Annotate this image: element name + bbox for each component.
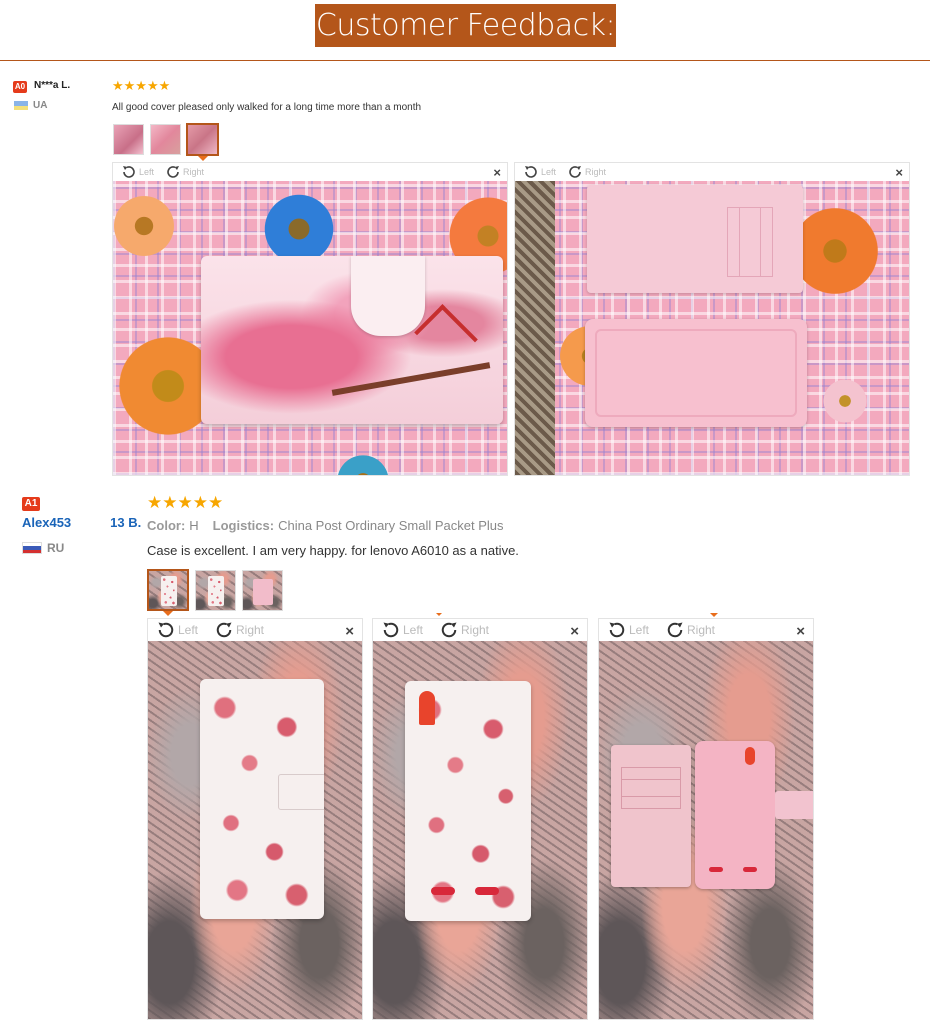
rotate-left-label: Left [178, 623, 199, 637]
rotate-right-button[interactable]: Right [214, 619, 264, 641]
selected-indicator [436, 613, 442, 616]
review-meta: Color: H Logistics: China Post Ordinary Sma… [147, 518, 504, 533]
close-icon[interactable]: × [895, 163, 903, 183]
selected-indicator [710, 613, 718, 617]
photo-viewer: Left Right × [147, 618, 363, 1020]
selected-indicator [198, 156, 208, 161]
rotate-right-button[interactable]: Right [665, 619, 715, 641]
rotate-left-icon [609, 622, 625, 638]
rotate-right-icon [441, 622, 457, 638]
reviewer-name: Alex453 13 B. [22, 515, 142, 530]
review-thumbnail[interactable] [113, 124, 144, 155]
review-photo [148, 641, 362, 1019]
rating-stars: ★★★★★ [112, 78, 171, 93]
phone-case-image [405, 681, 531, 921]
review-thumbnail[interactable] [150, 124, 181, 155]
photo-viewer: Left Right × [112, 162, 508, 476]
color-label: Color: [147, 518, 186, 533]
header-divider [0, 60, 930, 61]
phone-case-image [201, 256, 503, 424]
rotate-left-label: Left [629, 623, 650, 637]
rotate-left-button[interactable]: Left [381, 619, 423, 641]
case-phone-shell [585, 319, 807, 427]
rotate-right-label: Right [687, 623, 716, 637]
rotate-right-button[interactable]: Right [439, 619, 489, 641]
viewer-toolbar: Left Right × [515, 163, 909, 181]
reviewer-level-badge: A1 [22, 497, 40, 511]
review-thumbnail[interactable] [195, 570, 236, 611]
rotate-left-icon [123, 166, 135, 178]
rotate-right-label: Right [236, 623, 265, 637]
close-icon[interactable]: × [493, 163, 501, 183]
photo-viewer: Left Right × [598, 618, 814, 1020]
reviewer-level-badge: A0 [13, 81, 27, 93]
logistics-value: China Post Ordinary Small Packet Plus [278, 518, 504, 533]
photo-viewer: Left Right × [372, 618, 588, 1020]
viewer-toolbar: Left Right × [599, 619, 813, 641]
review-text: Case is excellent. I am very happy. for … [147, 543, 519, 558]
rotate-right-button[interactable]: Right [165, 163, 204, 181]
rotate-left-button[interactable]: Left [607, 619, 649, 641]
reviewer-name: N***a L. [34, 80, 71, 91]
case-phone-shell [695, 741, 775, 889]
rotate-left-label: Left [403, 623, 424, 637]
logistics-label: Logistics: [212, 518, 275, 533]
page-title: Customer Feedback: [315, 4, 616, 47]
viewer-toolbar: Left Right × [113, 163, 507, 181]
rotate-left-icon [158, 622, 174, 638]
rotate-left-icon [525, 166, 537, 178]
rotate-right-icon [667, 622, 683, 638]
flag-ru-icon [22, 542, 42, 554]
rotate-right-label: Right [585, 167, 607, 177]
review-photo [113, 181, 507, 475]
rotate-right-icon [569, 166, 581, 178]
photo-viewer: Left Right × [514, 162, 910, 476]
rotate-left-icon [383, 622, 399, 638]
reviewer-country: RU [47, 541, 65, 555]
rotate-left-label: Left [541, 167, 557, 177]
rotate-right-label: Right [183, 167, 205, 177]
rotate-left-button[interactable]: Left [156, 619, 198, 641]
rating-stars: ★★★★★ [147, 493, 224, 512]
rotate-right-icon [167, 166, 179, 178]
rotate-right-button[interactable]: Right [567, 163, 606, 181]
phone-case-image [200, 679, 324, 919]
review-photo [373, 641, 587, 1019]
rotate-right-icon [216, 622, 232, 638]
review-thumbnail-selected[interactable] [147, 569, 189, 611]
case-card-slots [611, 745, 691, 887]
viewer-toolbar: Left Right × [373, 619, 587, 641]
review-thumbnail[interactable] [242, 570, 283, 611]
review-text: All good cover pleased only walked for a… [112, 102, 422, 113]
viewer-toolbar: Left Right × [148, 619, 362, 641]
rotate-left-button[interactable]: Left [121, 163, 154, 181]
case-card-slots [587, 185, 803, 293]
flag-ua-icon [14, 101, 28, 110]
selected-indicator [163, 611, 173, 616]
feedback-page: Customer Feedback: A0 N***a L. UA ★★★★★ … [0, 0, 930, 1036]
rotate-right-label: Right [461, 623, 490, 637]
review-photo [515, 181, 909, 475]
review-thumbnail-selected[interactable] [186, 123, 219, 156]
color-value: H [189, 518, 199, 533]
reviewer-country: UA [33, 100, 48, 111]
rotate-left-button[interactable]: Left [523, 163, 556, 181]
rotate-left-label: Left [139, 167, 155, 177]
review-photo [599, 641, 813, 1019]
